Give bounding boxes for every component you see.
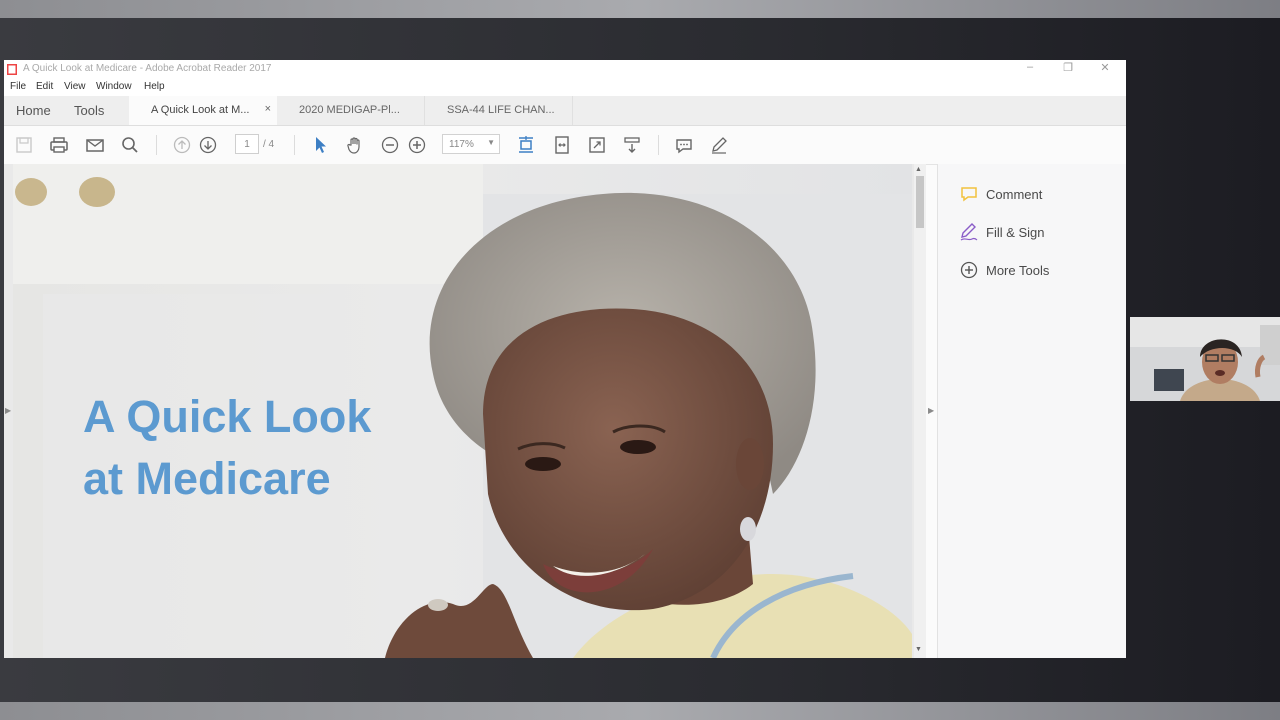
scrollbar-thumb[interactable] <box>916 176 924 228</box>
acrobat-app-icon <box>7 64 17 75</box>
toolbar: 1 / 4 117% ▼ <box>4 126 1126 165</box>
scroll-up-arrow-icon[interactable]: ▲ <box>915 166 922 173</box>
tab-close-icon[interactable]: × <box>265 103 271 115</box>
document-area[interactable]: A Quick Look at Medicare ▲ ▼ ▶ ▶ <box>4 164 934 658</box>
hand-icon[interactable] <box>344 134 366 156</box>
email-icon[interactable] <box>84 134 106 156</box>
tab-home[interactable]: Home <box>16 103 51 118</box>
tab-document-medigap[interactable]: 2020 MEDIGAP-Pl... <box>277 96 425 125</box>
tool-more-tools[interactable]: More Tools <box>958 258 1049 282</box>
tab-document-ssa44[interactable]: SSA-44 LIFE CHAN... <box>425 96 573 125</box>
tool-fill-sign-label: Fill & Sign <box>986 224 1045 240</box>
restore-button[interactable]: ❐ <box>1058 61 1078 74</box>
toolbar-divider <box>658 135 659 155</box>
bottom-letterbox <box>0 702 1280 720</box>
comment-icon[interactable] <box>673 134 695 156</box>
chevron-down-icon: ▼ <box>487 138 495 147</box>
tab-document-label: 2020 MEDIGAP-Pl... <box>299 104 400 116</box>
left-panel-toggle-icon[interactable]: ▶ <box>5 406 11 415</box>
scroll-mode-icon[interactable] <box>621 134 643 156</box>
window-title: A Quick Look at Medicare - Adobe Acrobat… <box>23 63 272 74</box>
webcam-feed-image <box>1130 317 1280 401</box>
search-icon[interactable] <box>119 134 141 156</box>
scroll-down-arrow-icon[interactable]: ▼ <box>915 646 922 653</box>
page-number-input[interactable]: 1 <box>235 134 259 154</box>
menu-bar: File Edit View Window Help <box>4 79 1126 96</box>
title-bar: A Quick Look at Medicare - Adobe Acrobat… <box>4 60 1126 79</box>
document-headline: A Quick Look at Medicare <box>83 386 371 510</box>
sign-icon[interactable] <box>708 134 730 156</box>
menu-window[interactable]: Window <box>96 81 132 92</box>
headline-line-2: at Medicare <box>83 453 331 504</box>
tab-document-label: A Quick Look at M... <box>151 104 250 116</box>
zoom-out-icon[interactable] <box>379 134 401 156</box>
tab-document-medicare[interactable]: A Quick Look at M... × <box>129 96 277 125</box>
top-letterbox <box>0 0 1280 18</box>
tab-document-label: SSA-44 LIFE CHAN... <box>447 104 555 116</box>
document-page[interactable]: A Quick Look at Medicare <box>13 164 912 658</box>
right-panel-toggle-icon[interactable]: ▶ <box>928 406 934 415</box>
tab-bar: Home Tools A Quick Look at M... × 2020 M… <box>4 96 1126 126</box>
select-arrow-icon[interactable] <box>309 134 331 156</box>
fit-width-icon[interactable] <box>551 134 573 156</box>
webcam-overlay <box>1130 317 1280 401</box>
menu-edit[interactable]: Edit <box>36 81 53 92</box>
tool-comment-label: Comment <box>986 186 1043 202</box>
toolbar-divider <box>156 135 157 155</box>
close-window-button[interactable]: ✕ <box>1095 61 1115 74</box>
page-total: / 4 <box>263 139 275 150</box>
page-down-icon[interactable] <box>197 134 219 156</box>
headline-line-1: A Quick Look <box>83 391 372 442</box>
fit-page-icon[interactable] <box>515 134 537 156</box>
menu-view[interactable]: View <box>64 81 86 92</box>
minimize-button[interactable]: – <box>1020 61 1040 73</box>
plus-circle-icon <box>958 259 980 281</box>
zoom-level-select[interactable]: 117% ▼ <box>442 134 500 154</box>
toolbar-divider <box>294 135 295 155</box>
menu-help[interactable]: Help <box>144 81 165 92</box>
tool-comment[interactable]: Comment <box>958 182 1042 206</box>
tools-pane: Comment Fill & Sign More Tools <box>937 164 1126 658</box>
comment-bubble-icon <box>958 183 980 205</box>
zoom-value: 117% <box>449 139 474 150</box>
menu-file[interactable]: File <box>10 81 26 92</box>
full-screen-icon[interactable] <box>586 134 608 156</box>
zoom-in-icon[interactable] <box>406 134 428 156</box>
page-up-icon[interactable] <box>171 134 193 156</box>
vertical-scrollbar[interactable] <box>914 164 926 658</box>
save-icon[interactable] <box>13 134 35 156</box>
tool-fill-sign[interactable]: Fill & Sign <box>958 220 1045 244</box>
tool-more-tools-label: More Tools <box>986 262 1050 278</box>
print-icon[interactable] <box>48 134 70 156</box>
tab-tools[interactable]: Tools <box>74 103 104 118</box>
acrobat-window: A Quick Look at Medicare - Adobe Acrobat… <box>4 60 1126 658</box>
fill-sign-pen-icon <box>958 221 980 243</box>
